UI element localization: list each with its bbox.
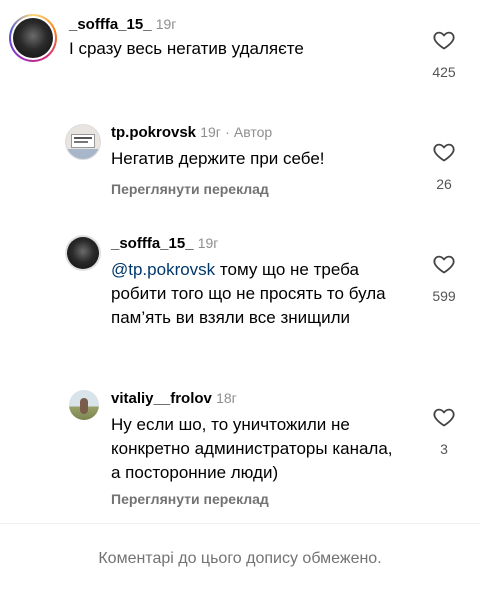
username-text[interactable]: tp.pokrovsk <box>111 124 196 141</box>
comment-time: 19г <box>155 16 177 32</box>
comment-text: Ну если шо, то уничтожили не конкретно а… <box>111 415 393 482</box>
comment-text: Негатив держите при себе! <box>111 149 325 168</box>
like-count: 425 <box>432 64 456 80</box>
comment-time: 18г <box>216 390 237 406</box>
comment-time: 19г <box>197 235 219 251</box>
like-area: 3 <box>414 405 474 457</box>
heart-icon[interactable] <box>432 140 456 164</box>
like-count: 599 <box>432 288 456 304</box>
divider <box>0 523 480 524</box>
like-area: 425 <box>414 28 474 80</box>
like-area: 26 <box>414 140 474 192</box>
username[interactable]: _sofffa_15_ 19г <box>111 235 218 252</box>
username[interactable]: _sofffa_15_ 19г <box>69 16 176 33</box>
comment-text: І сразу весь негатив удаляєте <box>69 39 304 58</box>
username-text[interactable]: _sofffa_15_ <box>111 235 194 252</box>
like-area: 599 <box>414 252 474 304</box>
username[interactable]: tp.pokrovsk 19г · Автор <box>111 124 272 141</box>
like-count: 3 <box>440 441 448 457</box>
see-translation-link[interactable]: Переглянути переклад <box>111 181 269 197</box>
author-badge: Автор <box>233 124 273 140</box>
like-count: 26 <box>436 176 452 192</box>
heart-icon[interactable] <box>432 252 456 276</box>
username-text[interactable]: vitaliy__frolov <box>111 390 212 407</box>
avatar[interactable] <box>65 124 101 160</box>
mention-link[interactable]: @tp.pokrovsk <box>111 260 215 279</box>
comment-time: 19г <box>200 124 221 140</box>
avatar[interactable] <box>65 235 101 271</box>
avatar[interactable] <box>9 14 57 62</box>
heart-icon[interactable] <box>432 405 456 429</box>
comment-text: @tp.pokrovsk тому що не треба робити тог… <box>111 258 411 330</box>
username-text[interactable]: _sofffa_15_ <box>69 16 152 33</box>
see-translation-link[interactable]: Переглянути переклад <box>111 491 269 507</box>
separator-dot: · <box>225 124 230 140</box>
heart-icon[interactable] <box>432 28 456 52</box>
avatar[interactable] <box>69 390 99 420</box>
comments-limited-notice: Коментарі до цього допису обмежено. <box>98 550 382 567</box>
username[interactable]: vitaliy__frolov 18г <box>111 390 237 407</box>
